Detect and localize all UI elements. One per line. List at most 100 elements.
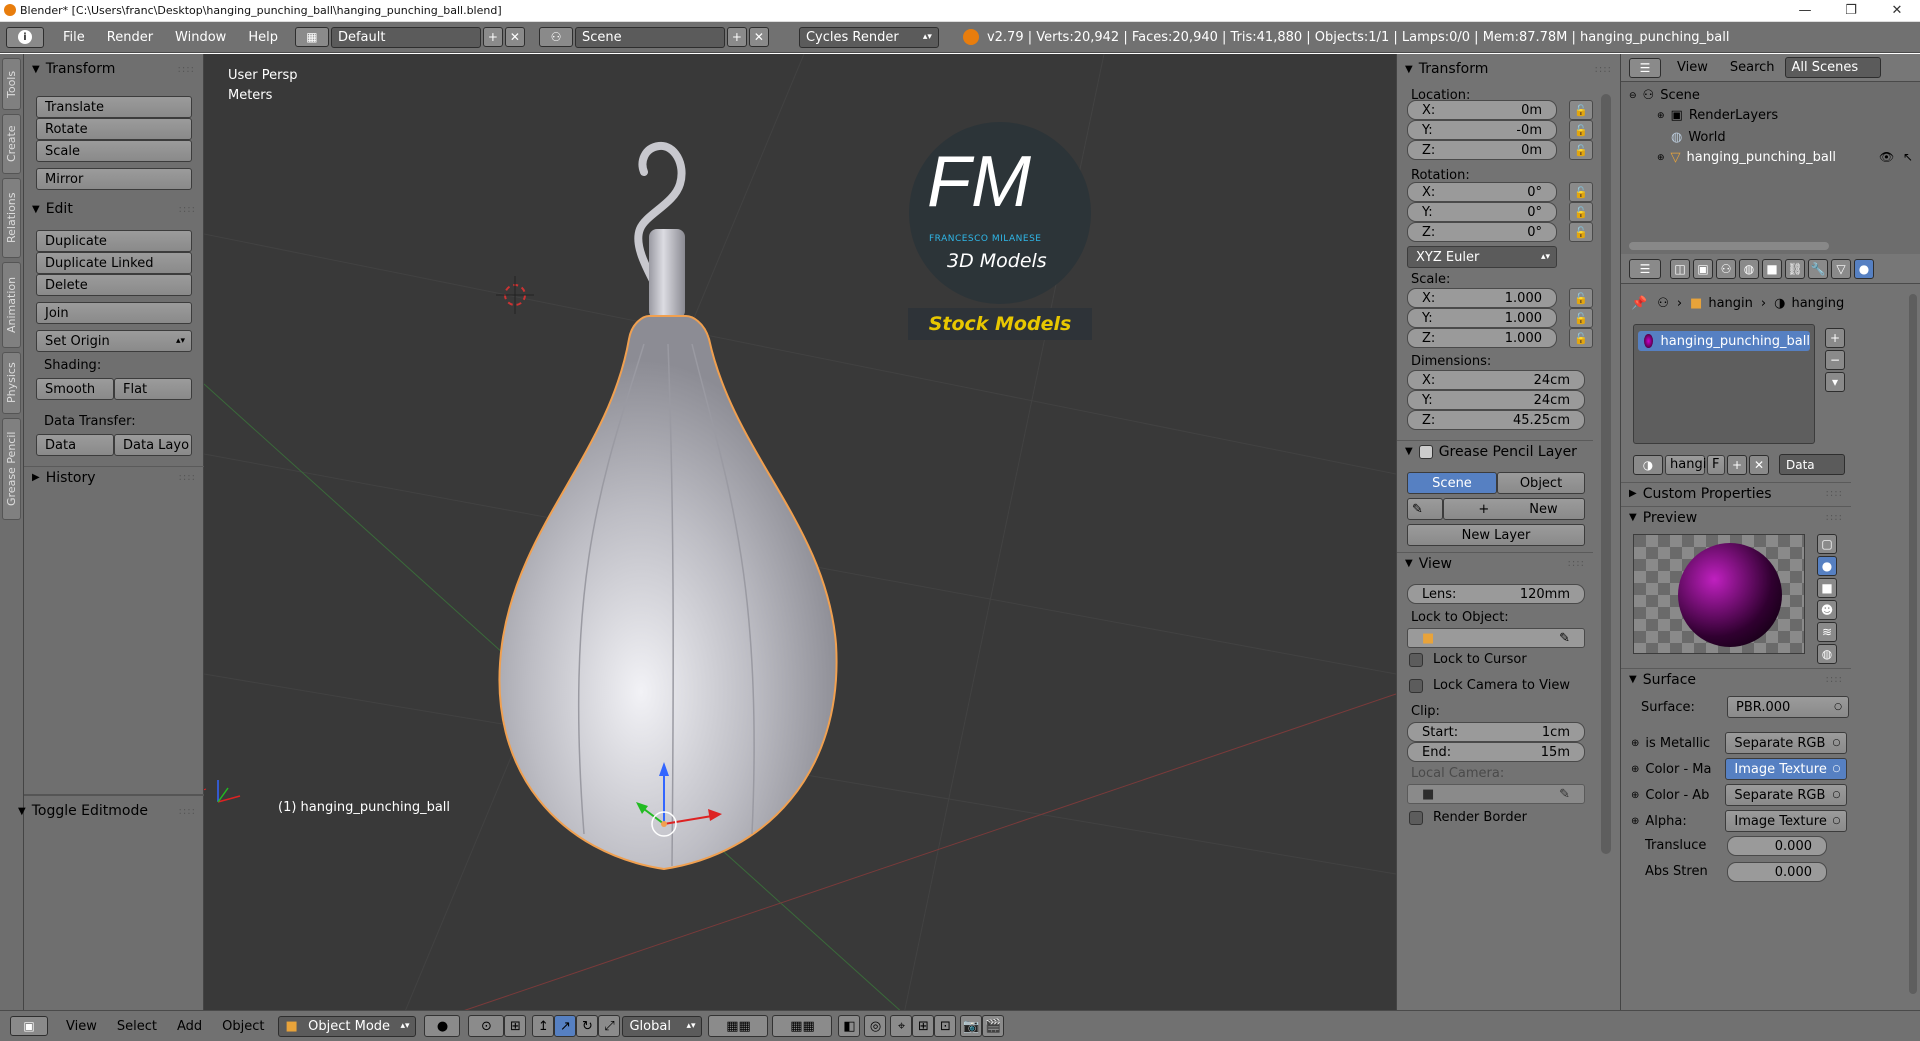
- lock-icon[interactable]: 🔓: [1569, 328, 1593, 348]
- clip-start-field[interactable]: Start: 1cm: [1407, 722, 1585, 742]
- properties-editor-icon[interactable]: ☰: [1629, 258, 1661, 279]
- clip-end-field[interactable]: End: 15m: [1407, 742, 1585, 762]
- rotation-z-field[interactable]: Z: 0°: [1407, 222, 1557, 242]
- lock-to-cursor-option[interactable]: Lock to Cursor: [1409, 652, 1527, 667]
- menu-add[interactable]: Add: [167, 1019, 212, 1034]
- outliner-scrollbar[interactable]: [1629, 242, 1829, 250]
- render-tab-icon[interactable]: ◫: [1670, 258, 1690, 279]
- grease-pencil-checkbox[interactable]: [1418, 444, 1433, 459]
- render-layers-tab-icon[interactable]: ▣: [1693, 258, 1713, 279]
- toggle-editmode-panel[interactable]: ▼ Toggle Editmode::::: [10, 800, 204, 822]
- data-transfer-button[interactable]: Data: [36, 434, 114, 456]
- punching-ball-mesh[interactable]: [498, 315, 838, 871]
- slot-menu-icon[interactable]: ▾: [1825, 372, 1845, 392]
- checkbox[interactable]: [1409, 652, 1423, 667]
- modifiers-tab-icon[interactable]: 🔧: [1808, 258, 1828, 279]
- checkbox[interactable]: [1409, 810, 1423, 825]
- new-layer-button[interactable]: New Layer: [1407, 524, 1585, 546]
- set-origin-select[interactable]: Set Origin ▴▾: [36, 330, 192, 352]
- layers-grid-icon[interactable]: ▦▦: [708, 1015, 769, 1037]
- add-slot-icon[interactable]: +: [1825, 328, 1845, 348]
- drag-grip-icon[interactable]: ::::: [179, 472, 196, 483]
- menu-help[interactable]: Help: [237, 30, 289, 45]
- custom-properties-header[interactable]: ▶ Custom Properties::::: [1621, 482, 1851, 504]
- translate-button[interactable]: Translate: [36, 96, 192, 118]
- fake-user-button[interactable]: F: [1707, 454, 1725, 475]
- rotate-button[interactable]: Rotate: [36, 118, 192, 140]
- expand-icon[interactable]: ⊕: [1657, 153, 1665, 163]
- dimension-z-field[interactable]: Z: 45.25cm: [1407, 410, 1585, 430]
- rotation-y-field[interactable]: Y: 0°: [1407, 202, 1557, 222]
- scene-icon[interactable]: ⚇: [538, 27, 573, 47]
- translate-manipulator-icon[interactable]: ↗: [554, 1015, 577, 1037]
- selectable-cursor-icon[interactable]: ↖: [1903, 150, 1913, 164]
- expand-icon[interactable]: ⊕: [1631, 790, 1639, 801]
- pivot-point-icon[interactable]: ⊙: [468, 1015, 505, 1037]
- input-link-select[interactable]: Image Texture ○: [1725, 758, 1848, 780]
- material-tab-icon[interactable]: ●: [1854, 258, 1874, 279]
- rotation-mode-select[interactable]: XYZ Euler ▴▾: [1407, 246, 1557, 268]
- editor-type-icon[interactable]: ▣: [10, 1016, 48, 1036]
- outliner-view-menu[interactable]: View: [1677, 60, 1708, 75]
- expand-icon[interactable]: ⊖: [1629, 91, 1637, 101]
- input-color-ma[interactable]: ⊕ Color - Ma Image Texture ○: [1631, 758, 1851, 780]
- menu-object[interactable]: Object: [212, 1019, 274, 1034]
- add-scene-icon[interactable]: +: [726, 27, 747, 47]
- outliner-search-menu[interactable]: Search: [1730, 60, 1775, 75]
- lock-icon[interactable]: 🔓: [1569, 140, 1593, 160]
- 3d-viewport[interactable]: User Persp Meters (1) hanging_punching_b…: [204, 54, 1396, 1014]
- snap-icon[interactable]: ⌖: [890, 1015, 913, 1037]
- tab-relations[interactable]: Relations: [2, 178, 21, 258]
- lock-icon[interactable]: 🔓: [1569, 202, 1593, 222]
- manipulate-center-icon[interactable]: ⊞: [504, 1015, 527, 1037]
- scale-button[interactable]: Scale: [36, 140, 192, 162]
- remove-scene-icon[interactable]: ✕: [748, 27, 769, 47]
- drag-grip-icon[interactable]: ::::: [1595, 64, 1612, 75]
- mode-select[interactable]: ■ Object Mode ▴▾: [278, 1015, 417, 1037]
- gp-scene-tab[interactable]: Scene: [1407, 472, 1497, 494]
- properties-scrollbar[interactable]: [1909, 294, 1917, 994]
- close-button[interactable]: ✕: [1874, 0, 1920, 22]
- lock-icon[interactable]: 🔓: [1569, 308, 1593, 328]
- transform-panel-header[interactable]: ▼ Transform::::: [1397, 58, 1620, 80]
- render-border-option[interactable]: Render Border: [1409, 810, 1527, 825]
- outliner-editor-icon[interactable]: ☰: [1629, 57, 1661, 78]
- visibility-eye-icon[interactable]: 👁: [1879, 150, 1894, 164]
- translucence-field[interactable]: 0.000: [1727, 836, 1827, 856]
- input-alpha[interactable]: ⊕ Alpha: Image Texture ○: [1631, 810, 1851, 832]
- outliner-item-scene[interactable]: ⊖ ⚇ Scene: [1629, 88, 1700, 103]
- input-link-select[interactable]: Separate RGB ○: [1725, 784, 1848, 806]
- outliner-item-renderlayers[interactable]: ⊕ ▣ RenderLayers: [1657, 108, 1778, 123]
- preview-flat-icon[interactable]: ▢: [1817, 534, 1837, 554]
- scene-select[interactable]: Scene: [574, 26, 725, 48]
- scene-tab-icon[interactable]: ⚇: [1716, 258, 1736, 279]
- render-animation-icon[interactable]: 🎬: [982, 1015, 1005, 1037]
- location-x-field[interactable]: X: 0m: [1407, 100, 1557, 120]
- drag-grip-icon[interactable]: ::::: [1568, 558, 1585, 569]
- tab-create[interactable]: Create: [2, 114, 21, 174]
- gp-object-tab[interactable]: Object: [1497, 472, 1585, 494]
- menu-select[interactable]: Select: [107, 1019, 167, 1034]
- lens-field[interactable]: Lens: 120mm: [1407, 584, 1585, 604]
- new-material-icon[interactable]: +: [1727, 454, 1747, 475]
- material-slot-item[interactable]: hanging_punching_ball: [1638, 331, 1810, 351]
- screen-layout-icon[interactable]: ▦: [294, 27, 329, 47]
- preview-hair-icon[interactable]: ≋: [1817, 622, 1837, 642]
- checkbox[interactable]: [1409, 678, 1423, 693]
- maximize-button[interactable]: ❐: [1828, 0, 1874, 22]
- drag-grip-icon[interactable]: ::::: [178, 64, 195, 75]
- history-panel-header[interactable]: ▶ History::::: [24, 466, 204, 488]
- object-tab-icon[interactable]: ■: [1762, 258, 1782, 279]
- minimize-button[interactable]: —: [1782, 0, 1828, 22]
- expand-icon[interactable]: ⊕: [1631, 816, 1639, 827]
- lock-camera-option[interactable]: Lock Camera to View: [1409, 678, 1570, 693]
- menu-view[interactable]: View: [56, 1019, 107, 1034]
- smooth-button[interactable]: Smooth: [36, 378, 114, 400]
- input-color-ab[interactable]: ⊕ Color - Ab Separate RGB ○: [1631, 784, 1851, 806]
- expand-icon[interactable]: ⊕: [1631, 764, 1639, 775]
- abs-strength-field[interactable]: 0.000: [1727, 862, 1827, 882]
- pin-icon[interactable]: 📌: [1631, 296, 1647, 311]
- drag-grip-icon[interactable]: ::::: [1826, 674, 1843, 685]
- input-link-select[interactable]: Separate RGB ○: [1725, 732, 1848, 754]
- preview-monkey-icon[interactable]: ☻: [1817, 600, 1837, 620]
